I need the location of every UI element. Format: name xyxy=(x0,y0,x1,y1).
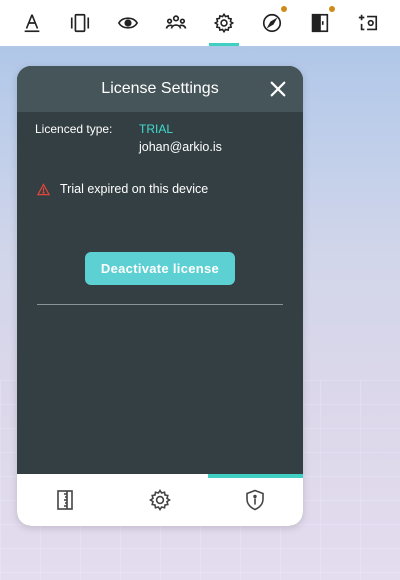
license-settings-panel: License Settings Licenced type: TRIAL jo… xyxy=(17,66,303,526)
visibility-button[interactable] xyxy=(111,0,145,46)
panel-content: Licenced type: TRIAL johan@arkio.is Tria… xyxy=(17,112,303,474)
view-panels-icon xyxy=(70,13,90,33)
divider xyxy=(37,304,283,305)
deactivate-license-button[interactable]: Deactivate license xyxy=(85,252,235,285)
tab-settings[interactable] xyxy=(112,474,207,526)
view-panels-button[interactable] xyxy=(63,0,97,46)
tab-units[interactable] xyxy=(17,474,112,526)
warning-icon xyxy=(37,182,50,195)
warning-text: Trial expired on this device xyxy=(60,182,209,196)
license-type-label: Licenced type: xyxy=(35,122,113,136)
navigation-button[interactable] xyxy=(255,0,289,46)
panel-bottom-tabs xyxy=(17,474,303,526)
panel-title: License Settings xyxy=(101,80,219,97)
door-icon xyxy=(311,13,329,33)
license-email: johan@arkio.is xyxy=(139,140,222,154)
panel-header: License Settings xyxy=(17,66,303,112)
door-button[interactable] xyxy=(303,0,337,46)
compass-icon xyxy=(262,13,282,33)
tab-license-info[interactable] xyxy=(207,474,303,526)
level-tool-button[interactable] xyxy=(15,0,49,46)
close-button[interactable] xyxy=(267,78,289,100)
notification-dot xyxy=(281,6,287,12)
close-icon xyxy=(270,81,286,97)
ruler-book-icon xyxy=(56,490,73,510)
warning-message: Trial expired on this device xyxy=(37,182,208,196)
settings-gear-icon xyxy=(149,489,171,511)
multiplayer-button[interactable] xyxy=(159,0,193,46)
shield-info-icon xyxy=(246,489,265,511)
gear-icon xyxy=(213,12,235,34)
people-icon xyxy=(165,15,187,29)
notification-dot xyxy=(329,6,335,12)
license-type-value: TRIAL xyxy=(139,122,174,136)
settings-button[interactable] xyxy=(207,0,241,46)
level-tool-icon xyxy=(24,14,40,33)
top-toolbar xyxy=(0,0,400,46)
add-camera-icon xyxy=(358,14,378,31)
add-camera-button[interactable] xyxy=(351,0,385,46)
eye-icon xyxy=(117,17,139,29)
